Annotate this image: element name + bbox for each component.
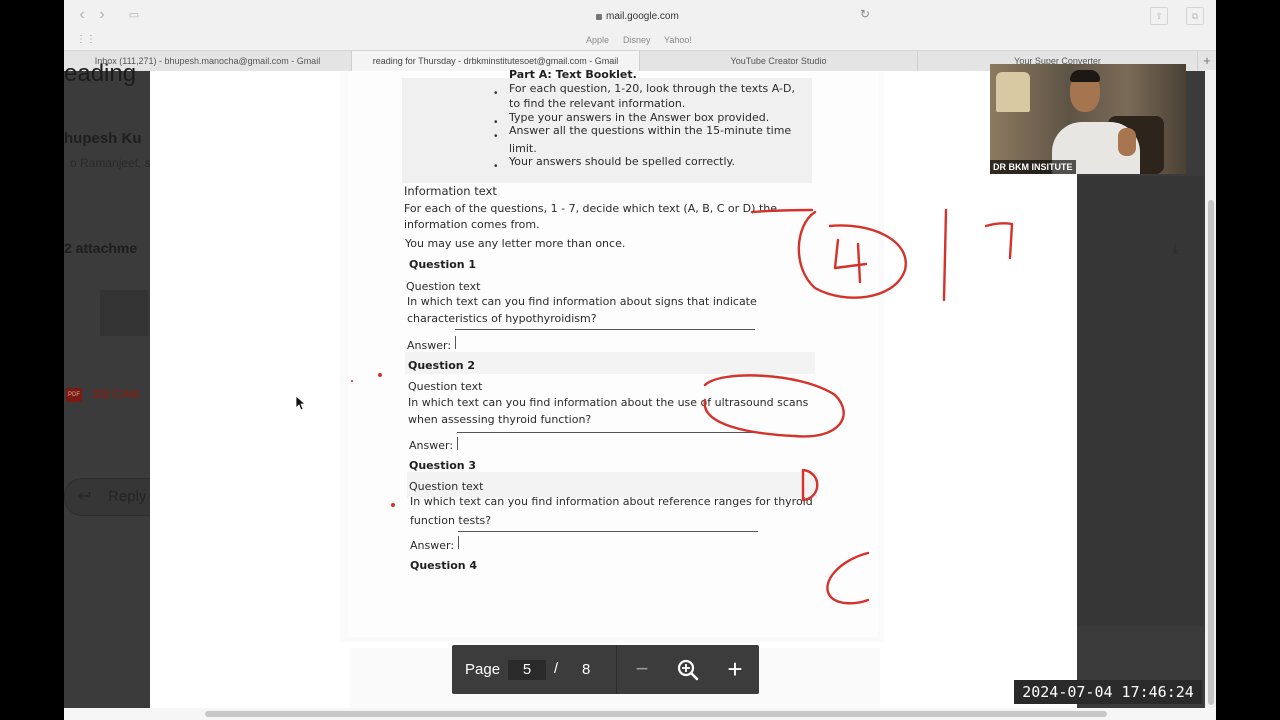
reload-icon[interactable]: ↻: [860, 8, 872, 20]
question-line: when assessing thyroid function?: [408, 413, 592, 426]
address-bar[interactable]: mail.google.com: [596, 8, 796, 24]
letterbox-left: [0, 0, 64, 720]
bullet: •: [494, 117, 498, 128]
question-line: characteristics of hypothyroidism?: [407, 312, 597, 325]
browser-toolbar: ‹ › ▭ mail.google.com ↻ ⇪ ⧉: [64, 0, 1216, 31]
answer-box[interactable]: [457, 437, 458, 450]
page-total: 8: [582, 661, 591, 678]
instruction-line: Your answers should be spelled correctly…: [509, 155, 735, 168]
webcam-overlay: DR BKM INSITUTE: [990, 64, 1186, 174]
page-label: Page: [465, 661, 501, 678]
answer-label: Answer:: [407, 339, 452, 352]
info-line: For each of the questions, 1 - 7, decide…: [404, 202, 777, 215]
instruction-line: Answer all the questions within the 15-m…: [509, 124, 792, 137]
favorite-disney[interactable]: Disney: [623, 35, 651, 45]
question-subtitle: Question text: [409, 480, 484, 493]
horizontal-scroll-thumb[interactable]: [205, 711, 1107, 717]
favorites-bar: ⋮⋮ Apple Disney Yahoo!: [64, 30, 1216, 50]
email-recipients: o Ramanjeet, s: [70, 156, 151, 170]
part-title: Part A: Text Booklet.: [509, 68, 637, 81]
attachments-heading: 2 attachme: [64, 240, 138, 256]
answer-box-line: [458, 531, 758, 532]
download-icon[interactable]: ⤓: [1172, 240, 1178, 257]
vertical-scroll-thumb[interactable]: [1208, 200, 1214, 705]
answer-box-line: [457, 432, 757, 433]
question-line: function tests?: [410, 514, 492, 527]
letterbox-right: [1216, 0, 1280, 720]
presenter-hand: [1118, 128, 1136, 156]
gmail-right-panel: [1077, 176, 1203, 626]
bullet: •: [494, 161, 498, 172]
question-line: In which text can you find information a…: [410, 495, 813, 508]
recording-timestamp: 2024-07-04 17:46:24: [1014, 680, 1202, 704]
presenter-hair: [1070, 70, 1100, 82]
question-title: Question 3: [409, 459, 477, 472]
question-line: In which text can you find information a…: [407, 295, 757, 308]
question-title: Question 4: [410, 559, 478, 572]
info-line: information comes from.: [404, 218, 540, 231]
answer-box[interactable]: [455, 336, 456, 349]
sidebar-icon[interactable]: ▭: [126, 7, 142, 23]
instruction-line: to find the relevant information.: [509, 97, 686, 110]
instruction-line: limit.: [509, 142, 537, 155]
info-line: You may use any letter more than once.: [405, 237, 626, 250]
answer-box-line: [455, 329, 755, 330]
answer-box[interactable]: [458, 536, 459, 549]
page-number-input[interactable]: 5: [508, 660, 546, 680]
info-heading: Information text: [404, 184, 497, 198]
zoom-out-icon[interactable]: −: [633, 658, 651, 680]
webcam-label: DR BKM INSITUTE: [990, 160, 1076, 174]
page-separator: /: [554, 660, 559, 677]
attachment-name[interactable]: 33) CAN: [92, 387, 139, 401]
reply-icon: ↩: [78, 488, 92, 505]
forward-icon[interactable]: ›: [94, 7, 110, 23]
email-sender: hupesh Ku: [64, 130, 142, 147]
zoom-in-icon[interactable]: +: [724, 656, 746, 682]
webcam-lamp: [996, 72, 1030, 112]
mouse-cursor-icon: [295, 395, 307, 411]
favorite-apple[interactable]: Apple: [586, 35, 609, 45]
show-tabs-icon[interactable]: ⧉: [1186, 7, 1204, 25]
new-tab-button[interactable]: +: [1198, 51, 1216, 71]
attachment-thumbnail[interactable]: [100, 290, 148, 336]
question-title: Question 2: [408, 359, 476, 372]
bullet: •: [494, 88, 498, 99]
grid-icon[interactable]: ⋮⋮: [76, 34, 96, 46]
question-subtitle: Question text: [408, 380, 483, 393]
share-icon[interactable]: ⇪: [1150, 7, 1168, 25]
pdf-icon: PDF: [66, 388, 82, 402]
bullet: •: [494, 131, 498, 142]
question-subtitle: Question text: [406, 280, 481, 293]
answer-label: Answer:: [410, 539, 455, 552]
toolbar-divider: [616, 645, 617, 694]
question-title: Question 1: [409, 258, 477, 271]
url-text: mail.google.com: [606, 10, 679, 22]
tab-youtube-creator-studio[interactable]: YouTube Creator Studio: [640, 51, 918, 71]
back-icon[interactable]: ‹: [74, 7, 90, 23]
reply-label: Reply: [108, 488, 147, 505]
instruction-line: For each question, 1-20, look through th…: [509, 82, 795, 95]
lock-icon: [596, 13, 602, 20]
zoom-reset-icon[interactable]: [677, 659, 699, 681]
question-line: In which text can you find information a…: [408, 396, 809, 409]
favorite-yahoo[interactable]: Yahoo!: [664, 35, 692, 45]
instruction-line: Type your answers in the Answer box prov…: [509, 111, 770, 124]
answer-label: Answer:: [409, 439, 454, 452]
email-subject: eading: [64, 60, 137, 87]
